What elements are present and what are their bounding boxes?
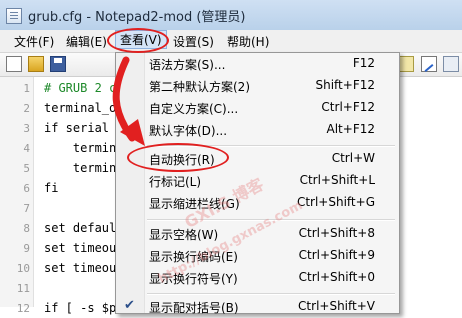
red-annotation-arrow (112, 56, 145, 146)
